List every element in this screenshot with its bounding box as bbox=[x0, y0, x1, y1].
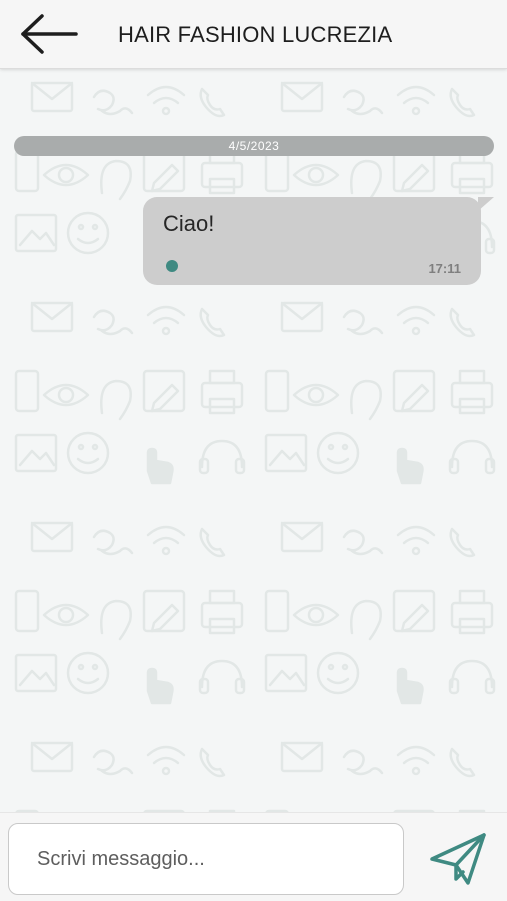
message-bubble[interactable]: Ciao! 17:11 bbox=[143, 197, 494, 285]
send-button[interactable] bbox=[428, 829, 490, 889]
message-input[interactable] bbox=[8, 823, 404, 895]
message-text: Ciao! bbox=[163, 211, 215, 236]
arrow-left-icon bbox=[21, 14, 78, 54]
message-status-dot bbox=[166, 260, 178, 272]
composer-bar bbox=[0, 812, 507, 901]
date-separator: 4/5/2023 bbox=[14, 136, 494, 156]
chat-area[interactable] bbox=[0, 69, 507, 812]
paper-plane-icon bbox=[430, 833, 486, 885]
app-header: HAIR FASHION LUCREZIA bbox=[0, 0, 507, 69]
back-button[interactable] bbox=[16, 10, 82, 58]
chat-title: HAIR FASHION LUCREZIA bbox=[118, 22, 393, 47]
message-time: 17:11 bbox=[428, 261, 461, 276]
bubble-tail bbox=[478, 197, 494, 211]
background-pattern bbox=[0, 69, 507, 812]
